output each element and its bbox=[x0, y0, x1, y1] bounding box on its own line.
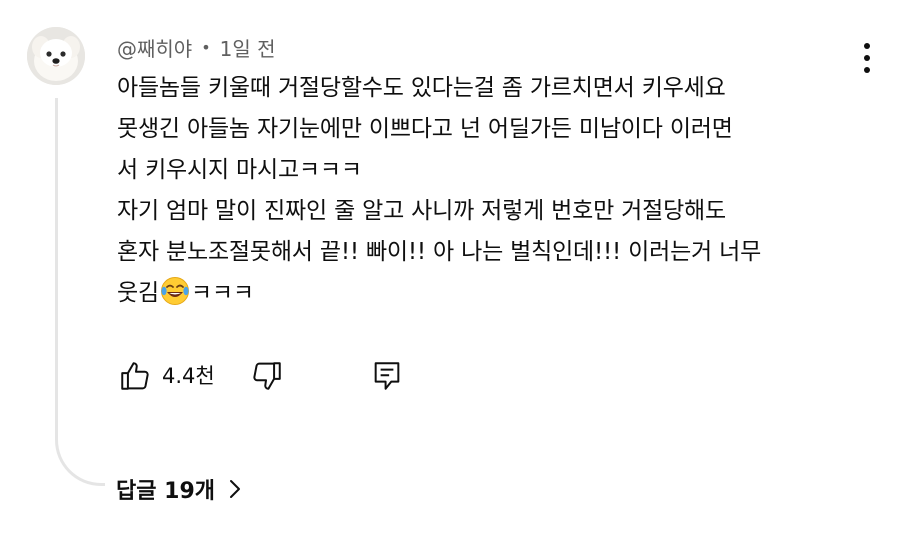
view-replies-button[interactable]: 답글 19개 bbox=[116, 470, 243, 508]
reply-comment-icon bbox=[374, 362, 400, 390]
dislike-button[interactable] bbox=[247, 356, 287, 396]
author-handle[interactable]: @째히야 bbox=[117, 33, 192, 62]
comment-line: 서 키우시지 마시고ㅋㅋㅋ bbox=[117, 157, 362, 183]
comment-timestamp[interactable]: 1일 전 bbox=[220, 33, 276, 62]
laughing-tears-emoji-icon bbox=[160, 277, 189, 305]
comment-line: 아들놈들 키울때 거절당할수도 있다는걸 좀 가르치면서 키우세요 bbox=[117, 75, 726, 101]
comment-line: 못생긴 아들놈 자기눈에만 이쁘다고 넌 어딜가든 미남이다 이러면 bbox=[117, 116, 733, 142]
dog-avatar-image bbox=[27, 27, 85, 85]
more-vertical-icon bbox=[864, 43, 870, 49]
thumbs-up-icon bbox=[121, 362, 149, 390]
comment-meta: @째히야 • 1일 전 bbox=[117, 33, 276, 61]
reply-thread-line bbox=[55, 98, 105, 486]
replies-label: 답글 19개 bbox=[116, 479, 215, 504]
like-count: 4.4천 bbox=[162, 364, 215, 388]
avatar[interactable] bbox=[27, 27, 85, 85]
chevron-right-icon bbox=[227, 478, 243, 500]
comment-line-text: 웃김 bbox=[117, 280, 159, 306]
comment-line: 자기 엄마 말이 진짜인 줄 알고 사니까 저렇게 번호만 거절당해도 bbox=[117, 198, 726, 224]
comment-line-text: ㅋㅋㅋ bbox=[190, 280, 254, 306]
thumbs-down-icon bbox=[253, 362, 281, 390]
comment-line: 혼자 분노조절못해서 끝!! 빠이!! 아 나는 벌칙인데!!! 이러는거 너무 bbox=[117, 239, 762, 265]
like-button[interactable] bbox=[115, 356, 155, 396]
comment-line-last: 웃김 ㅋㅋㅋ bbox=[117, 273, 857, 314]
meta-separator: • bbox=[201, 37, 211, 57]
comment-text: 아들놈들 키울때 거절당할수도 있다는걸 좀 가르치면서 키우세요 못생긴 아들… bbox=[117, 68, 857, 314]
reply-button[interactable] bbox=[367, 356, 407, 396]
comment-actions: 4.4천 bbox=[0, 356, 924, 396]
